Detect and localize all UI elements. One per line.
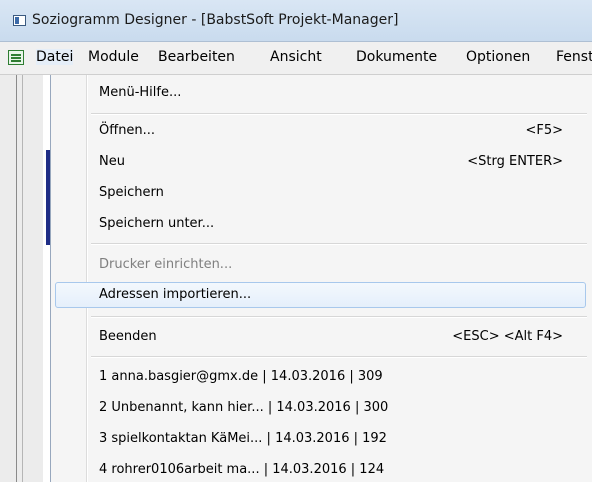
menu-separator	[91, 113, 587, 115]
menu-item-label: Beenden	[99, 329, 157, 344]
menu-item-label: Neu	[99, 154, 125, 169]
background-window-edge	[0, 75, 51, 482]
menu-item-beenden[interactable]: Beenden <ESC> <Alt F4>	[51, 322, 592, 353]
recent-file-1[interactable]: 1 anna.basgier@gmx.de | 14.03.2016 | 309	[51, 362, 592, 393]
menu-bar: Datei Module Bearbeiten Ansicht Dokument…	[0, 42, 592, 75]
menu-separator	[91, 316, 587, 318]
menu-item-label: Drucker einrichten...	[99, 257, 233, 272]
menu-fenster[interactable]: Fenste	[556, 49, 592, 65]
application-icon[interactable]	[13, 15, 26, 26]
menu-item-label: Speichern	[99, 185, 164, 200]
menu-item-label: Öffnen...	[99, 123, 156, 138]
menu-separator	[91, 356, 587, 358]
menu-bearbeiten[interactable]: Bearbeiten	[158, 49, 235, 65]
recent-file-label: 4 rohrer0106arbeit ma... | 14.03.2016 | …	[99, 462, 385, 477]
menu-item-neu[interactable]: Neu <Strg ENTER>	[51, 147, 592, 178]
recent-file-4[interactable]: 4 rohrer0106arbeit ma... | 14.03.2016 | …	[51, 455, 592, 486]
menu-ansicht[interactable]: Ansicht	[270, 49, 322, 65]
menu-item-menu-hilfe[interactable]: Menü-Hilfe...	[51, 78, 592, 109]
menu-datei[interactable]: Datei	[36, 49, 74, 65]
recent-file-label: 1 anna.basgier@gmx.de | 14.03.2016 | 309	[99, 369, 383, 384]
menu-item-adressen-importieren[interactable]: Adressen importieren...	[51, 280, 592, 311]
application-window: Soziogramm Designer - [BabstSoft Projekt…	[0, 0, 592, 482]
file-menu-dropdown: Menü-Hilfe... Öffnen... <F5> Neu <Strg E…	[50, 75, 592, 482]
title-bar[interactable]: Soziogramm Designer - [BabstSoft Projekt…	[0, 0, 592, 42]
menu-item-label: Menü-Hilfe...	[99, 85, 182, 100]
menu-item-speichern-unter[interactable]: Speichern unter...	[51, 209, 592, 240]
menu-item-shortcut: <Strg ENTER>	[467, 154, 563, 169]
menu-item-label: Speichern unter...	[99, 216, 215, 231]
menu-item-speichern[interactable]: Speichern	[51, 178, 592, 209]
recent-file-label: 2 Unbenannt, kann hier... | 14.03.2016 |…	[99, 400, 389, 415]
menu-item-label: Adressen importieren...	[99, 287, 252, 302]
menu-item-shortcut: <F5>	[525, 123, 563, 138]
document-menu-icon[interactable]	[8, 50, 24, 65]
menu-item-shortcut: <ESC> <Alt F4>	[452, 329, 563, 344]
recent-file-2[interactable]: 2 Unbenannt, kann hier... | 14.03.2016 |…	[51, 393, 592, 424]
menu-module[interactable]: Module	[88, 49, 139, 65]
menu-dokumente[interactable]: Dokumente	[356, 49, 437, 65]
menu-optionen[interactable]: Optionen	[466, 49, 530, 65]
recent-file-label: 3 spielkontaktan KäMei... | 14.03.2016 |…	[99, 431, 387, 446]
menu-item-oeffnen[interactable]: Öffnen... <F5>	[51, 116, 592, 147]
menu-item-drucker-einrichten: Drucker einrichten...	[51, 250, 592, 281]
menu-separator	[91, 243, 587, 245]
window-title: Soziogramm Designer - [BabstSoft Projekt…	[32, 12, 399, 28]
recent-file-3[interactable]: 3 spielkontaktan KäMei... | 14.03.2016 |…	[51, 424, 592, 455]
